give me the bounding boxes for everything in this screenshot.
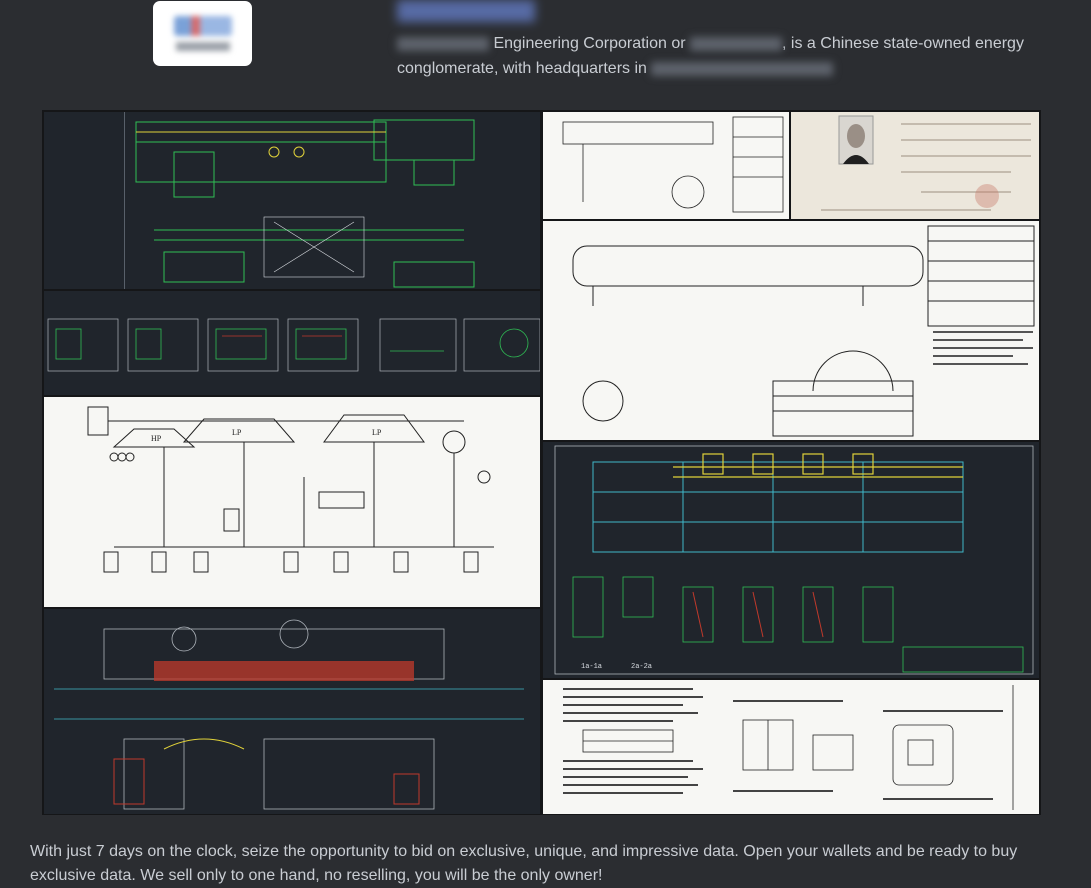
gallery-image-drawing-sheets[interactable] bbox=[44, 291, 540, 395]
cad-drawing bbox=[562, 116, 784, 213]
post-body-text: With just 7 days on the clock, seize the… bbox=[30, 843, 1018, 884]
description-text: , is a Chinese state-owned energy bbox=[782, 35, 1024, 52]
certificate-photo bbox=[791, 112, 1039, 219]
redacted-company-name[interactable] bbox=[397, 0, 535, 22]
company-logo[interactable] bbox=[153, 1, 252, 66]
cad-drawing: 1a-1a 2a-2a bbox=[554, 445, 1034, 675]
cad-drawing: HP LP LP bbox=[87, 406, 494, 573]
cad-drawing bbox=[124, 112, 475, 289]
cad-drawing bbox=[563, 685, 1014, 810]
gallery-image-crane-drawing[interactable] bbox=[44, 112, 540, 289]
redacted-text bbox=[397, 36, 489, 51]
section-label: 1a-1a bbox=[581, 663, 602, 671]
cad-drawing bbox=[47, 318, 540, 372]
pid-hp-label: HP bbox=[151, 434, 162, 443]
redacted-logo-mark bbox=[173, 16, 232, 36]
gallery-image-pid-diagram[interactable]: HP LP LP bbox=[44, 397, 540, 607]
pid-lp-label: LP bbox=[372, 428, 382, 437]
cad-drawing bbox=[54, 619, 524, 810]
gallery-image-spec-notes[interactable] bbox=[543, 680, 1039, 814]
company-description: Engineering Corporation or , is a Chines… bbox=[397, 31, 1057, 81]
cad-drawing bbox=[572, 225, 1035, 437]
gallery-image-certificate[interactable] bbox=[791, 112, 1039, 219]
description-text: Engineering Corporation or bbox=[493, 35, 686, 52]
image-gallery: HP LP LP 1a-1a 2a-2a bbox=[42, 110, 1041, 815]
pid-lp-label: LP bbox=[232, 428, 242, 437]
redacted-location bbox=[651, 61, 834, 76]
gallery-image-vessel-drawing[interactable] bbox=[543, 112, 789, 219]
gallery-image-steel-structure[interactable]: 1a-1a 2a-2a bbox=[543, 442, 1039, 678]
gallery-image-horizontal-vessel[interactable] bbox=[543, 221, 1039, 440]
section-label: 2a-2a bbox=[631, 663, 652, 671]
redacted-logo-text bbox=[175, 42, 230, 51]
description-text: conglomerate, with headquarters in bbox=[397, 60, 647, 77]
gallery-image-machinery-drawing[interactable] bbox=[44, 609, 540, 814]
redacted-text bbox=[690, 36, 783, 51]
